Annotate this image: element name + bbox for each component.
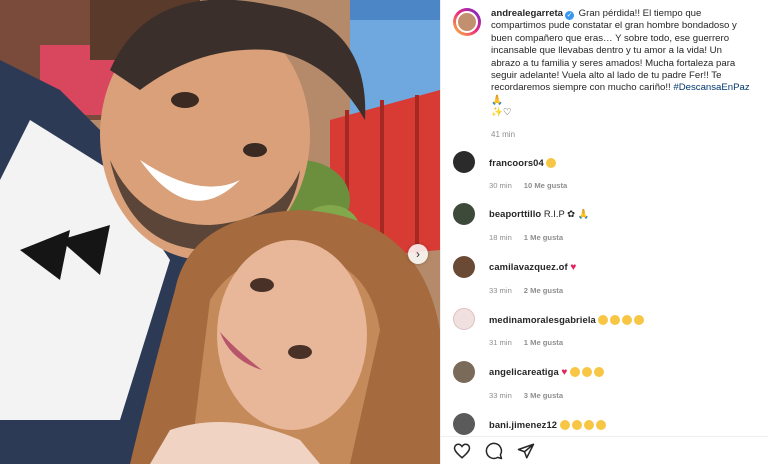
- post-photo[interactable]: ›: [0, 0, 440, 464]
- commenter-avatar[interactable]: [453, 361, 475, 383]
- author-avatar[interactable]: [453, 8, 481, 36]
- commenter-avatar[interactable]: [453, 413, 475, 435]
- commenter-avatar[interactable]: [453, 151, 475, 173]
- caption-text: andrealegarreta ✓ Gran pérdida!! El tiemp…: [491, 8, 753, 120]
- commenter-username[interactable]: beaporttillo: [489, 208, 541, 219]
- comment-item: angelicareatiga ♥ 33 min 3 Me gusta: [453, 361, 753, 400]
- hashtag-link[interactable]: #DescansaEnPaz: [673, 82, 749, 93]
- chevron-right-icon: ›: [416, 247, 420, 261]
- sad-face-icon: [559, 419, 570, 430]
- comment-item: francoors04 30 min 10 Me gusta: [453, 151, 753, 190]
- red-heart-icon: ♥: [570, 262, 577, 273]
- sparkles-icon: ✨: [491, 107, 503, 119]
- comment-time: 30 min: [489, 181, 512, 190]
- sad-face-icon: [622, 314, 633, 325]
- selfie-photo-illustration: [0, 0, 440, 464]
- comment-item: medinamoralesgabriela 31 min 1 Me gusta: [453, 308, 753, 347]
- comment-time: 18 min: [489, 233, 512, 242]
- sad-face-icon: [583, 419, 594, 430]
- post-side-panel: andrealegarreta ✓ Gran pérdida!! El tiemp…: [440, 0, 768, 464]
- folded-hands-icon: 🙏: [577, 208, 590, 219]
- comment-likes[interactable]: 2 Me gusta: [524, 286, 563, 295]
- commenter-username[interactable]: medinamoralesgabriela: [489, 314, 596, 325]
- red-heart-icon: ♥: [561, 367, 568, 378]
- comment-bubble-icon[interactable]: [485, 442, 503, 460]
- sad-face-icon: [593, 367, 604, 377]
- comment-likes[interactable]: 3 Me gusta: [524, 391, 563, 400]
- comment-likes[interactable]: 10 Me gusta: [524, 181, 567, 190]
- comment-time: 33 min: [489, 391, 512, 400]
- comment-likes[interactable]: 1 Me gusta: [524, 338, 563, 347]
- white-heart-icon: ♡: [502, 107, 512, 119]
- comment-text: R.I.P: [543, 208, 565, 219]
- commenter-avatar[interactable]: [453, 256, 475, 278]
- crying-face-icon: [546, 157, 557, 168]
- sad-face-icon: [610, 314, 621, 325]
- sad-face-icon: [569, 367, 580, 377]
- next-photo-button[interactable]: ›: [408, 244, 428, 264]
- sad-face-icon: [634, 314, 645, 325]
- commenter-username[interactable]: bani.jimenez12: [489, 419, 557, 430]
- commenter-avatar[interactable]: [453, 308, 475, 330]
- commenter-avatar[interactable]: [453, 203, 475, 225]
- sad-face-icon: [571, 419, 582, 430]
- author-username[interactable]: andrealegarreta: [491, 8, 563, 19]
- flower-icon: ✿: [567, 208, 575, 219]
- comment-item: camilavazquez.of ♥ 33 min 2 Me gusta: [453, 256, 753, 295]
- comment-item: bani.jimenez12: [453, 413, 753, 435]
- folded-hands-icon: 🙏: [491, 94, 503, 106]
- caption-body: Gran pérdida!! El tiempo que compartimos…: [491, 8, 737, 94]
- verified-badge-icon: ✓: [565, 11, 574, 20]
- post-time: 41 min: [491, 129, 516, 139]
- paper-plane-icon[interactable]: [517, 442, 535, 460]
- sad-face-icon: [581, 367, 592, 377]
- sad-face-icon: [595, 419, 606, 430]
- commenter-username[interactable]: angelicareatiga: [489, 366, 559, 377]
- commenter-username[interactable]: camilavazquez.of: [489, 261, 568, 272]
- sad-face-icon: [598, 314, 609, 325]
- heart-outline-icon[interactable]: [453, 442, 471, 460]
- comment-time: 33 min: [489, 286, 512, 295]
- commenter-username[interactable]: francoors04: [489, 157, 544, 168]
- post-actions-bar: [441, 436, 768, 464]
- post-caption: andrealegarreta ✓ Gran pérdida!! El tiemp…: [441, 0, 768, 139]
- comment-likes[interactable]: 1 Me gusta: [524, 233, 563, 242]
- comment-item: beaporttillo R.I.P ✿ 🙏 18 min 1 Me gusta: [453, 203, 753, 242]
- comment-time: 31 min: [489, 338, 512, 347]
